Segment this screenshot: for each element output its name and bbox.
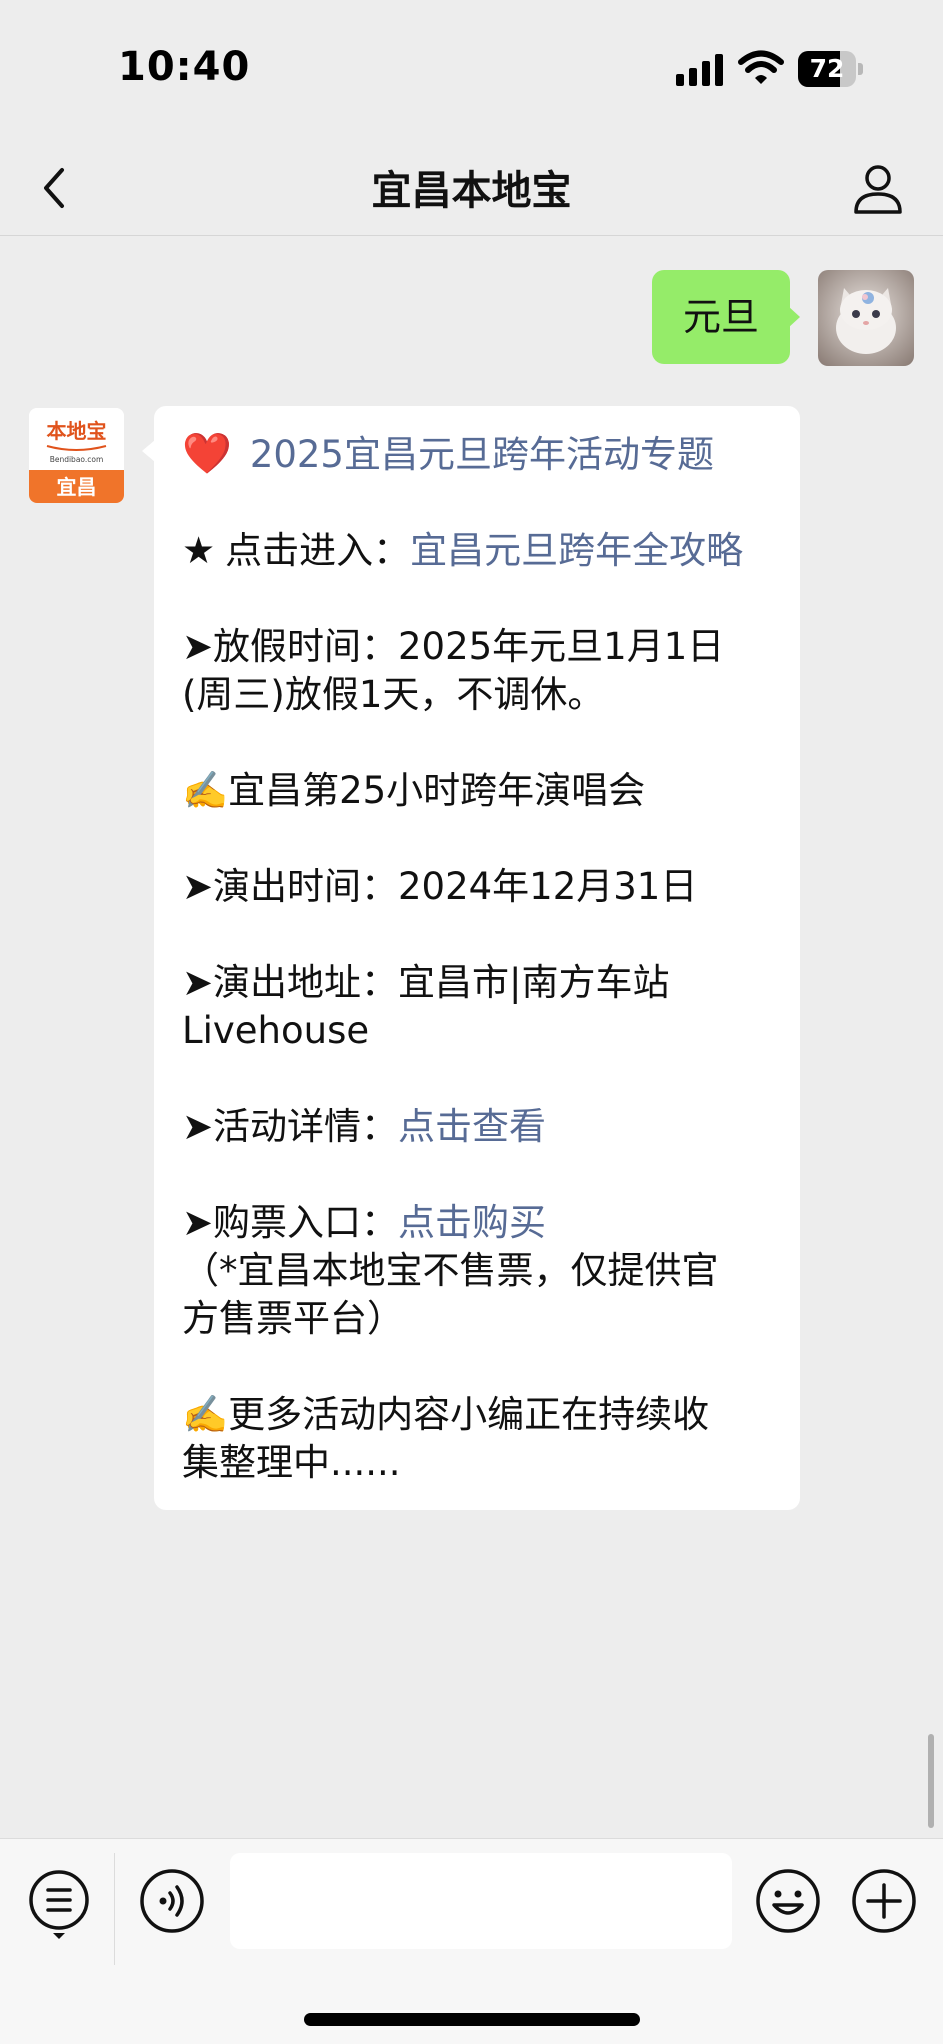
- ticket-note-line-2: 方售票平台）: [182, 1297, 404, 1340]
- wifi-icon: [738, 50, 784, 84]
- emoji-icon[interactable]: [754, 1867, 822, 1935]
- writing-hand-icon: ✍️: [182, 769, 229, 812]
- writing-hand-icon: ✍️: [182, 1393, 229, 1436]
- avatar-city-text: 宜昌: [57, 475, 97, 499]
- concert-row: ✍️宜昌第25小时跨年演唱会: [182, 767, 772, 815]
- ticket-row: ➤购票入口：点击购买: [182, 1199, 772, 1247]
- signal-icon: [676, 54, 723, 86]
- message-heading-row: ❤️ 2025宜昌元旦跨年活动专题: [182, 430, 772, 479]
- scrollbar-thumb[interactable]: [928, 1734, 934, 1828]
- details-link[interactable]: 点击查看: [398, 1105, 546, 1148]
- message-input[interactable]: [230, 1853, 732, 1949]
- concert-title: 宜昌第25小时跨年演唱会: [228, 769, 646, 812]
- holiday-line-2: (周三)放假1天，不调休。: [182, 673, 605, 716]
- entry-prefix: 点击进入：: [225, 529, 411, 572]
- star-icon: ★: [182, 529, 216, 572]
- user-avatar[interactable]: [818, 270, 914, 366]
- page-title: 宜昌本地宝: [371, 168, 572, 214]
- outgoing-message-text: 元旦: [682, 295, 759, 339]
- status-bar: 10:40 72: [0, 0, 943, 140]
- avatar-sub-text: Bendibao.com: [50, 455, 104, 464]
- more-line-1: 更多活动内容小编正在持续收: [228, 1393, 710, 1436]
- outgoing-message-bubble[interactable]: 元旦: [652, 270, 790, 364]
- battery-icon: 72: [798, 51, 864, 87]
- details-prefix: ➤活动详情：: [182, 1105, 399, 1148]
- ticket-note-line-1: （*宜昌本地宝不售票，仅提供官: [182, 1249, 719, 1292]
- outgoing-bubble-tail: [788, 306, 800, 328]
- nav-bar: 宜昌本地宝: [0, 140, 943, 236]
- official-account-avatar[interactable]: 本地宝 Bendibao.com 宜昌: [29, 408, 124, 503]
- ticket-prefix: ➤购票入口：: [182, 1201, 399, 1244]
- entry-row: ★ 点击进入：宜昌元旦跨年全攻略: [182, 527, 772, 575]
- add-icon[interactable]: [850, 1867, 918, 1935]
- home-indicator[interactable]: [304, 2013, 640, 2026]
- guide-link[interactable]: 宜昌元旦跨年全攻略: [410, 529, 743, 572]
- show-address-line-1: ➤演出地址：宜昌市|南方车站: [182, 961, 670, 1004]
- more-row: ✍️更多活动内容小编正在持续收: [182, 1391, 772, 1439]
- incoming-message-bubble: ❤️ 2025宜昌元旦跨年活动专题 ★ 点击进入：宜昌元旦跨年全攻略 ➤放假时间：2…: [154, 406, 800, 1510]
- voice-icon[interactable]: [138, 1867, 206, 1935]
- show-time: ➤演出时间：2024年12月31日: [182, 865, 698, 908]
- heart-icon: ❤️: [182, 431, 232, 477]
- toolbar-divider: [114, 1853, 115, 1965]
- status-time: 10:40: [118, 44, 251, 90]
- battery-level-text: 72: [809, 54, 845, 83]
- show-address-line-2: Livehouse: [182, 1009, 370, 1052]
- person-icon[interactable]: [850, 160, 906, 216]
- menu-list-icon[interactable]: [26, 1867, 92, 1943]
- topic-link[interactable]: 2025宜昌元旦跨年活动专题: [250, 433, 714, 476]
- details-row: ➤活动详情：点击查看: [182, 1103, 772, 1151]
- holiday-line-1: ➤放假时间：2025年元旦1月1日: [182, 625, 725, 668]
- avatar-brand-text: 本地宝: [47, 419, 107, 443]
- ticket-link[interactable]: 点击购买: [398, 1201, 546, 1244]
- more-line-2: 集整理中......: [182, 1441, 401, 1484]
